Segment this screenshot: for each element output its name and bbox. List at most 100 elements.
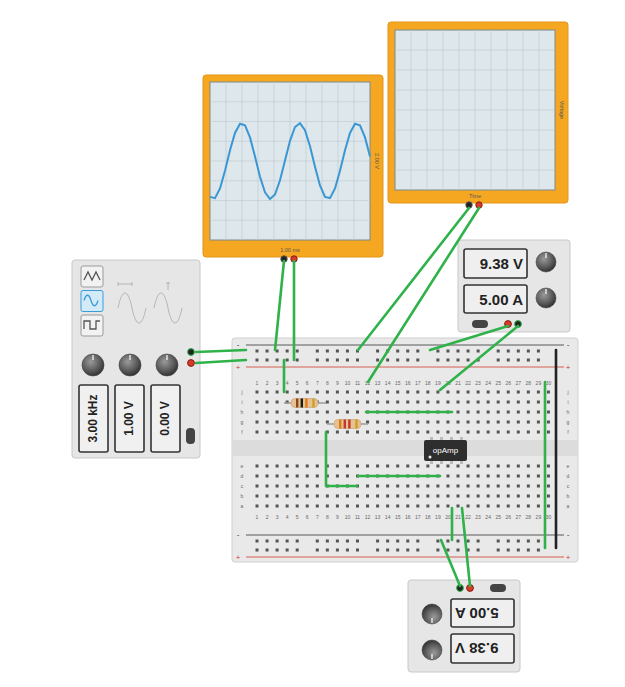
svg-text:1: 1 <box>256 514 259 520</box>
knob[interactable] <box>536 252 556 272</box>
svg-text:5: 5 <box>296 514 299 520</box>
pin1-dot-icon <box>429 456 432 459</box>
wire[interactable] <box>555 350 558 548</box>
svg-text:4: 4 <box>286 380 289 386</box>
opamp-chip[interactable]: opAmp <box>424 437 467 464</box>
wire[interactable] <box>430 326 508 350</box>
scope-screen <box>210 82 370 240</box>
svg-text:25: 25 <box>495 380 501 386</box>
resistor-band <box>312 399 314 408</box>
oscilloscope[interactable]: 1.00 ms2.00 V <box>203 75 383 262</box>
triangle-wave-icon <box>84 272 100 280</box>
wire[interactable] <box>283 360 286 392</box>
sine-wave-button[interactable] <box>81 291 103 312</box>
generator-readout: 3.00 kHz <box>79 385 108 452</box>
power-supply[interactable]: 9.38 V 5.00 A <box>408 580 520 672</box>
wire[interactable] <box>368 208 479 382</box>
svg-text:17: 17 <box>415 380 421 386</box>
svg-text:i: i <box>241 399 242 405</box>
sine-wave-icon <box>84 295 98 306</box>
scope-screen <box>395 30 555 190</box>
wire[interactable] <box>196 350 246 352</box>
terminal-holes <box>256 391 550 508</box>
svg-text:b: b <box>241 493 244 499</box>
knob[interactable] <box>82 354 104 376</box>
square-wave-button[interactable] <box>81 315 103 336</box>
column-numbers: 1122334455667788991010111112121313141415… <box>256 380 552 520</box>
svg-text:5.00 A: 5.00 A <box>455 605 499 622</box>
generator-readout: 0.00 V <box>151 385 180 452</box>
power-supply[interactable]: 9.38 V5.00 A <box>458 240 570 332</box>
resistor[interactable] <box>284 399 326 408</box>
power-switch[interactable] <box>490 584 506 592</box>
wire[interactable] <box>196 360 246 363</box>
generator-readout: 1.00 V <box>115 385 144 452</box>
svg-text:18: 18 <box>425 380 431 386</box>
svg-text:+: + <box>236 363 241 372</box>
svg-text:28: 28 <box>526 380 532 386</box>
resistor[interactable] <box>327 420 368 429</box>
resistor-band <box>348 420 350 429</box>
svg-text:5.00 A: 5.00 A <box>479 291 523 308</box>
wire[interactable] <box>358 208 469 350</box>
svg-text:27: 27 <box>516 380 522 386</box>
wire[interactable] <box>544 382 547 548</box>
output-signal-terminal[interactable] <box>188 360 195 367</box>
svg-text:1: 1 <box>256 380 259 386</box>
power-switch[interactable] <box>186 428 195 444</box>
knob[interactable] <box>156 354 178 376</box>
svg-text:13: 13 <box>375 514 381 520</box>
svg-text:16: 16 <box>405 380 411 386</box>
wire[interactable] <box>462 508 470 586</box>
power-switch[interactable] <box>472 320 488 328</box>
resistor-band <box>305 399 307 408</box>
wire[interactable] <box>441 540 460 586</box>
svg-text:28: 28 <box>526 514 532 520</box>
wire[interactable] <box>326 432 357 486</box>
breadboard[interactable]: --++--++11223344556677889910101111121213… <box>232 338 578 562</box>
knob[interactable] <box>422 640 442 660</box>
svg-text:1.00 ms: 1.00 ms <box>280 247 300 253</box>
svg-text:7: 7 <box>316 380 319 386</box>
resistor-band <box>355 420 357 429</box>
current-display <box>451 599 514 627</box>
wire[interactable] <box>275 261 284 350</box>
wire[interactable] <box>440 326 518 390</box>
svg-text:g: g <box>567 419 570 425</box>
svg-text:26: 26 <box>505 514 511 520</box>
svg-text:0.00 V: 0.00 V <box>158 401 172 436</box>
svg-text:6: 6 <box>306 380 309 386</box>
wire[interactable] <box>451 508 454 540</box>
wire[interactable] <box>293 261 296 360</box>
svg-text:18: 18 <box>425 514 431 520</box>
svg-text:19: 19 <box>435 380 441 386</box>
svg-text:+: + <box>566 553 571 562</box>
svg-text:22: 22 <box>465 380 471 386</box>
triangle-wave-button[interactable] <box>81 266 103 287</box>
wire[interactable] <box>358 475 440 478</box>
svg-text:3.00 kHz: 3.00 kHz <box>86 394 100 442</box>
svg-text:9.38 V: 9.38 V <box>455 640 498 657</box>
svg-text:Time: Time <box>469 193 481 199</box>
power-rail: --++ <box>236 530 571 562</box>
svg-text:23: 23 <box>475 514 481 520</box>
output-ground-terminal[interactable] <box>188 349 195 356</box>
knob[interactable] <box>422 604 442 624</box>
wire[interactable] <box>366 411 452 414</box>
knob[interactable] <box>536 288 556 308</box>
svg-text:6: 6 <box>306 514 309 520</box>
svg-text:+: + <box>566 363 571 372</box>
svg-text:8: 8 <box>326 380 329 386</box>
function-generator[interactable]: 3.00 kHz 1.00 V 0.00 V <box>72 260 200 458</box>
svg-text:14: 14 <box>385 514 391 520</box>
svg-text:24: 24 <box>485 380 491 386</box>
oscilloscope[interactable]: TimeVoltage <box>388 22 568 208</box>
svg-text:3: 3 <box>276 514 279 520</box>
svg-text:30: 30 <box>546 380 552 386</box>
svg-text:e: e <box>241 463 244 469</box>
resistor-band <box>296 399 298 408</box>
knob[interactable] <box>119 354 141 376</box>
voltage-display <box>464 249 527 278</box>
svg-text:12: 12 <box>365 514 371 520</box>
svg-text:25: 25 <box>495 514 501 520</box>
